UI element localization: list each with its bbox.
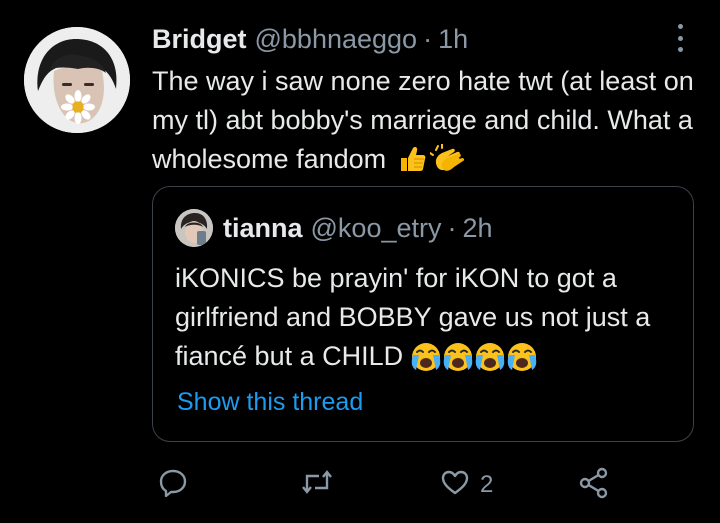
user-handle[interactable]: @bbhnaeggo — [255, 24, 418, 54]
separator-dot: · — [423, 24, 433, 54]
like-count: 2 — [480, 470, 494, 498]
share-icon — [578, 467, 610, 504]
retweet-button[interactable] — [300, 467, 344, 502]
display-name[interactable]: Bridget — [152, 24, 247, 54]
tweet-text: The way i saw none zero hate twt (at lea… — [152, 62, 697, 185]
quoted-user-handle: @koo_etry — [310, 212, 442, 243]
quoted-separator-dot: · — [447, 212, 457, 243]
more-options-icon[interactable] — [668, 24, 692, 52]
retweet-icon — [300, 467, 334, 502]
quoted-display-name: tianna — [223, 212, 303, 243]
loudly-crying-face-icon — [473, 341, 507, 384]
loudly-crying-face-icon — [505, 341, 539, 384]
thumbs-up-icon — [397, 144, 427, 185]
loudly-crying-face-icon — [409, 341, 443, 384]
quoted-avatar — [175, 209, 213, 247]
reply-icon — [158, 467, 188, 502]
loudly-crying-face-icon — [441, 341, 475, 384]
action-bar: 2 — [0, 462, 720, 512]
clapping-hands-icon — [428, 143, 466, 185]
heart-icon — [440, 467, 470, 502]
quoted-timestamp: 2h — [462, 212, 493, 243]
timestamp[interactable]: 1h — [438, 24, 468, 54]
avatar[interactable] — [24, 27, 130, 133]
quoted-tweet-text: iKONICS be prayin' for iKON to got a gir… — [175, 259, 675, 384]
quoted-tweet-header: tianna @koo_etry · 2h — [175, 209, 493, 247]
like-button[interactable]: 2 — [440, 467, 493, 502]
tweet-header: Bridget @bbhnaeggo · 1h — [152, 24, 468, 54]
show-thread-link[interactable]: Show this thread — [177, 388, 363, 417]
quoted-tweet-card[interactable]: tianna @koo_etry · 2h iKONICS be prayin'… — [152, 186, 694, 442]
reply-button[interactable] — [158, 467, 198, 502]
share-button[interactable] — [578, 467, 620, 504]
